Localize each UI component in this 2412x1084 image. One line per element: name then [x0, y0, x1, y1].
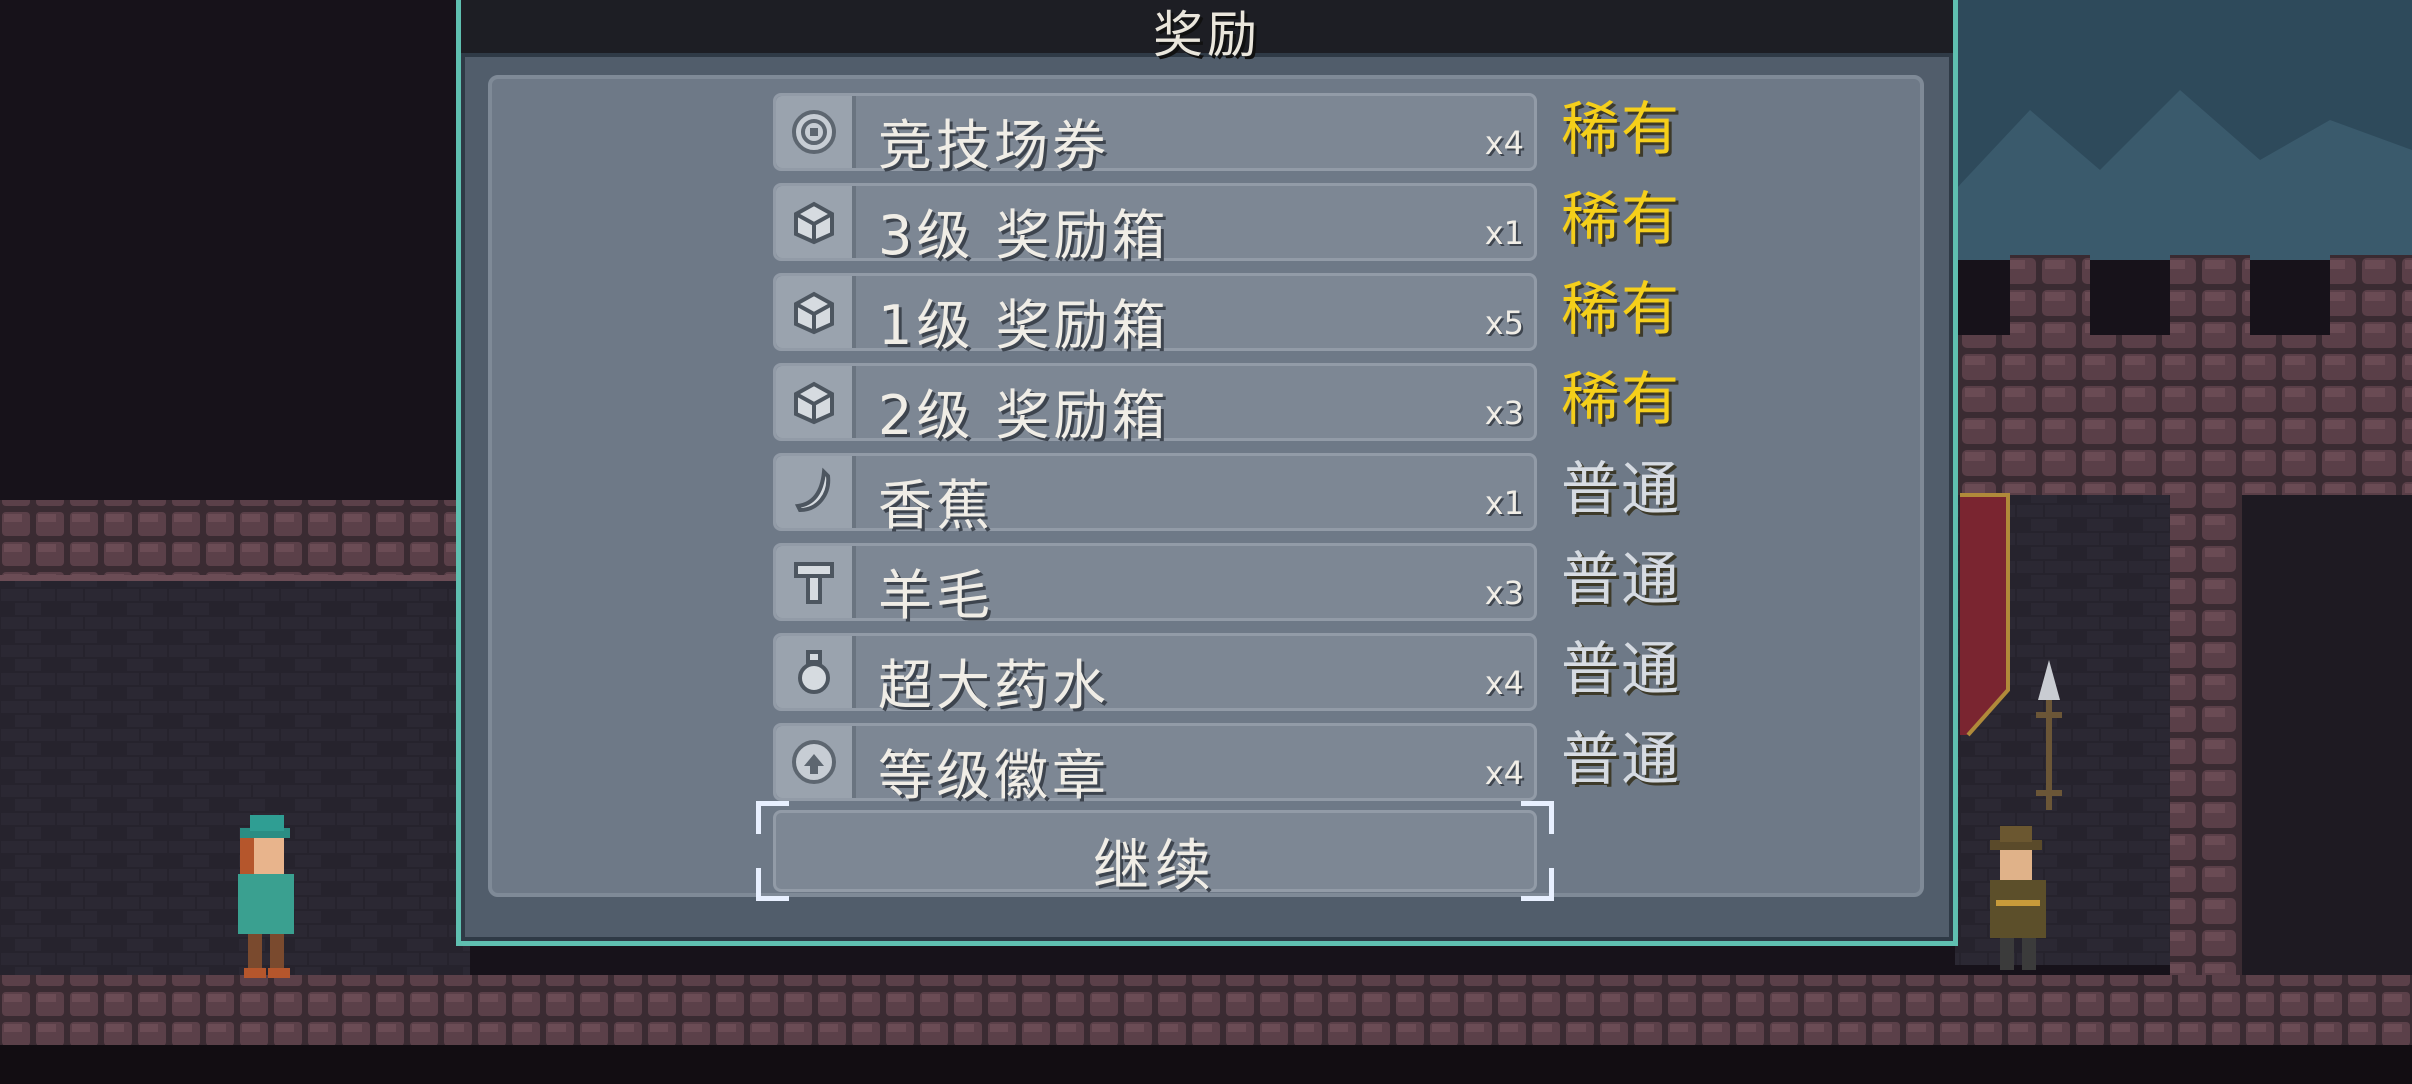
reward-name: 香蕉	[878, 474, 994, 537]
continue-label: 继续	[1093, 834, 1217, 899]
rarity-label: 普通	[1561, 725, 1682, 793]
reward-quantity: x4	[1484, 124, 1524, 162]
reward-quantity: x1	[1484, 214, 1524, 252]
reward-item[interactable]: 等级徽章 x4	[773, 723, 1537, 807]
potion-icon	[776, 636, 856, 708]
dialog-title: 奖励	[1153, 6, 1261, 64]
reward-item[interactable]: 3级 奖励箱 x1	[773, 183, 1537, 267]
reward-item[interactable]: 竞技场券 x4	[773, 93, 1537, 177]
reward-quantity: x5	[1484, 304, 1524, 342]
reward-item[interactable]: 2级 奖励箱 x3	[773, 363, 1537, 447]
chest-icon	[776, 186, 856, 258]
continue-button[interactable]: 继续	[756, 801, 1554, 901]
reward-name: 1级 奖励箱	[878, 294, 1170, 357]
reward-quantity: x3	[1484, 574, 1524, 612]
rarity-label: 稀有	[1561, 185, 1682, 253]
reward-quantity: x4	[1484, 664, 1524, 702]
dialog-title-bar: 奖励	[461, 0, 1953, 64]
rarity-label: 稀有	[1561, 95, 1682, 163]
rarity-label: 普通	[1561, 545, 1682, 613]
reward-item[interactable]: 超大药水 x4	[773, 633, 1537, 717]
reward-item[interactable]: 1级 奖励箱 x5	[773, 273, 1537, 357]
rarity-label: 稀有	[1561, 275, 1682, 343]
rarity-label: 普通	[1561, 635, 1682, 703]
ticket-icon	[776, 96, 856, 168]
wool-icon	[776, 546, 856, 618]
reward-name: 3级 奖励箱	[878, 204, 1170, 267]
reward-quantity: x4	[1484, 754, 1524, 792]
chest-icon	[776, 366, 856, 438]
reward-name: 竞技场券	[878, 114, 1110, 177]
reward-quantity: x1	[1484, 484, 1524, 522]
badge-icon	[776, 726, 856, 798]
reward-item[interactable]: 香蕉 x1	[773, 453, 1537, 537]
rarity-label: 稀有	[1561, 365, 1682, 433]
reward-item[interactable]: 羊毛 x3	[773, 543, 1537, 627]
reward-name: 超大药水	[878, 654, 1110, 717]
banana-icon	[776, 456, 856, 528]
reward-name: 羊毛	[878, 564, 994, 627]
rarity-label: 普通	[1561, 455, 1682, 523]
reward-name: 等级徽章	[878, 744, 1110, 807]
chest-icon	[776, 276, 856, 348]
reward-quantity: x3	[1484, 394, 1524, 432]
reward-name: 2级 奖励箱	[878, 384, 1170, 447]
